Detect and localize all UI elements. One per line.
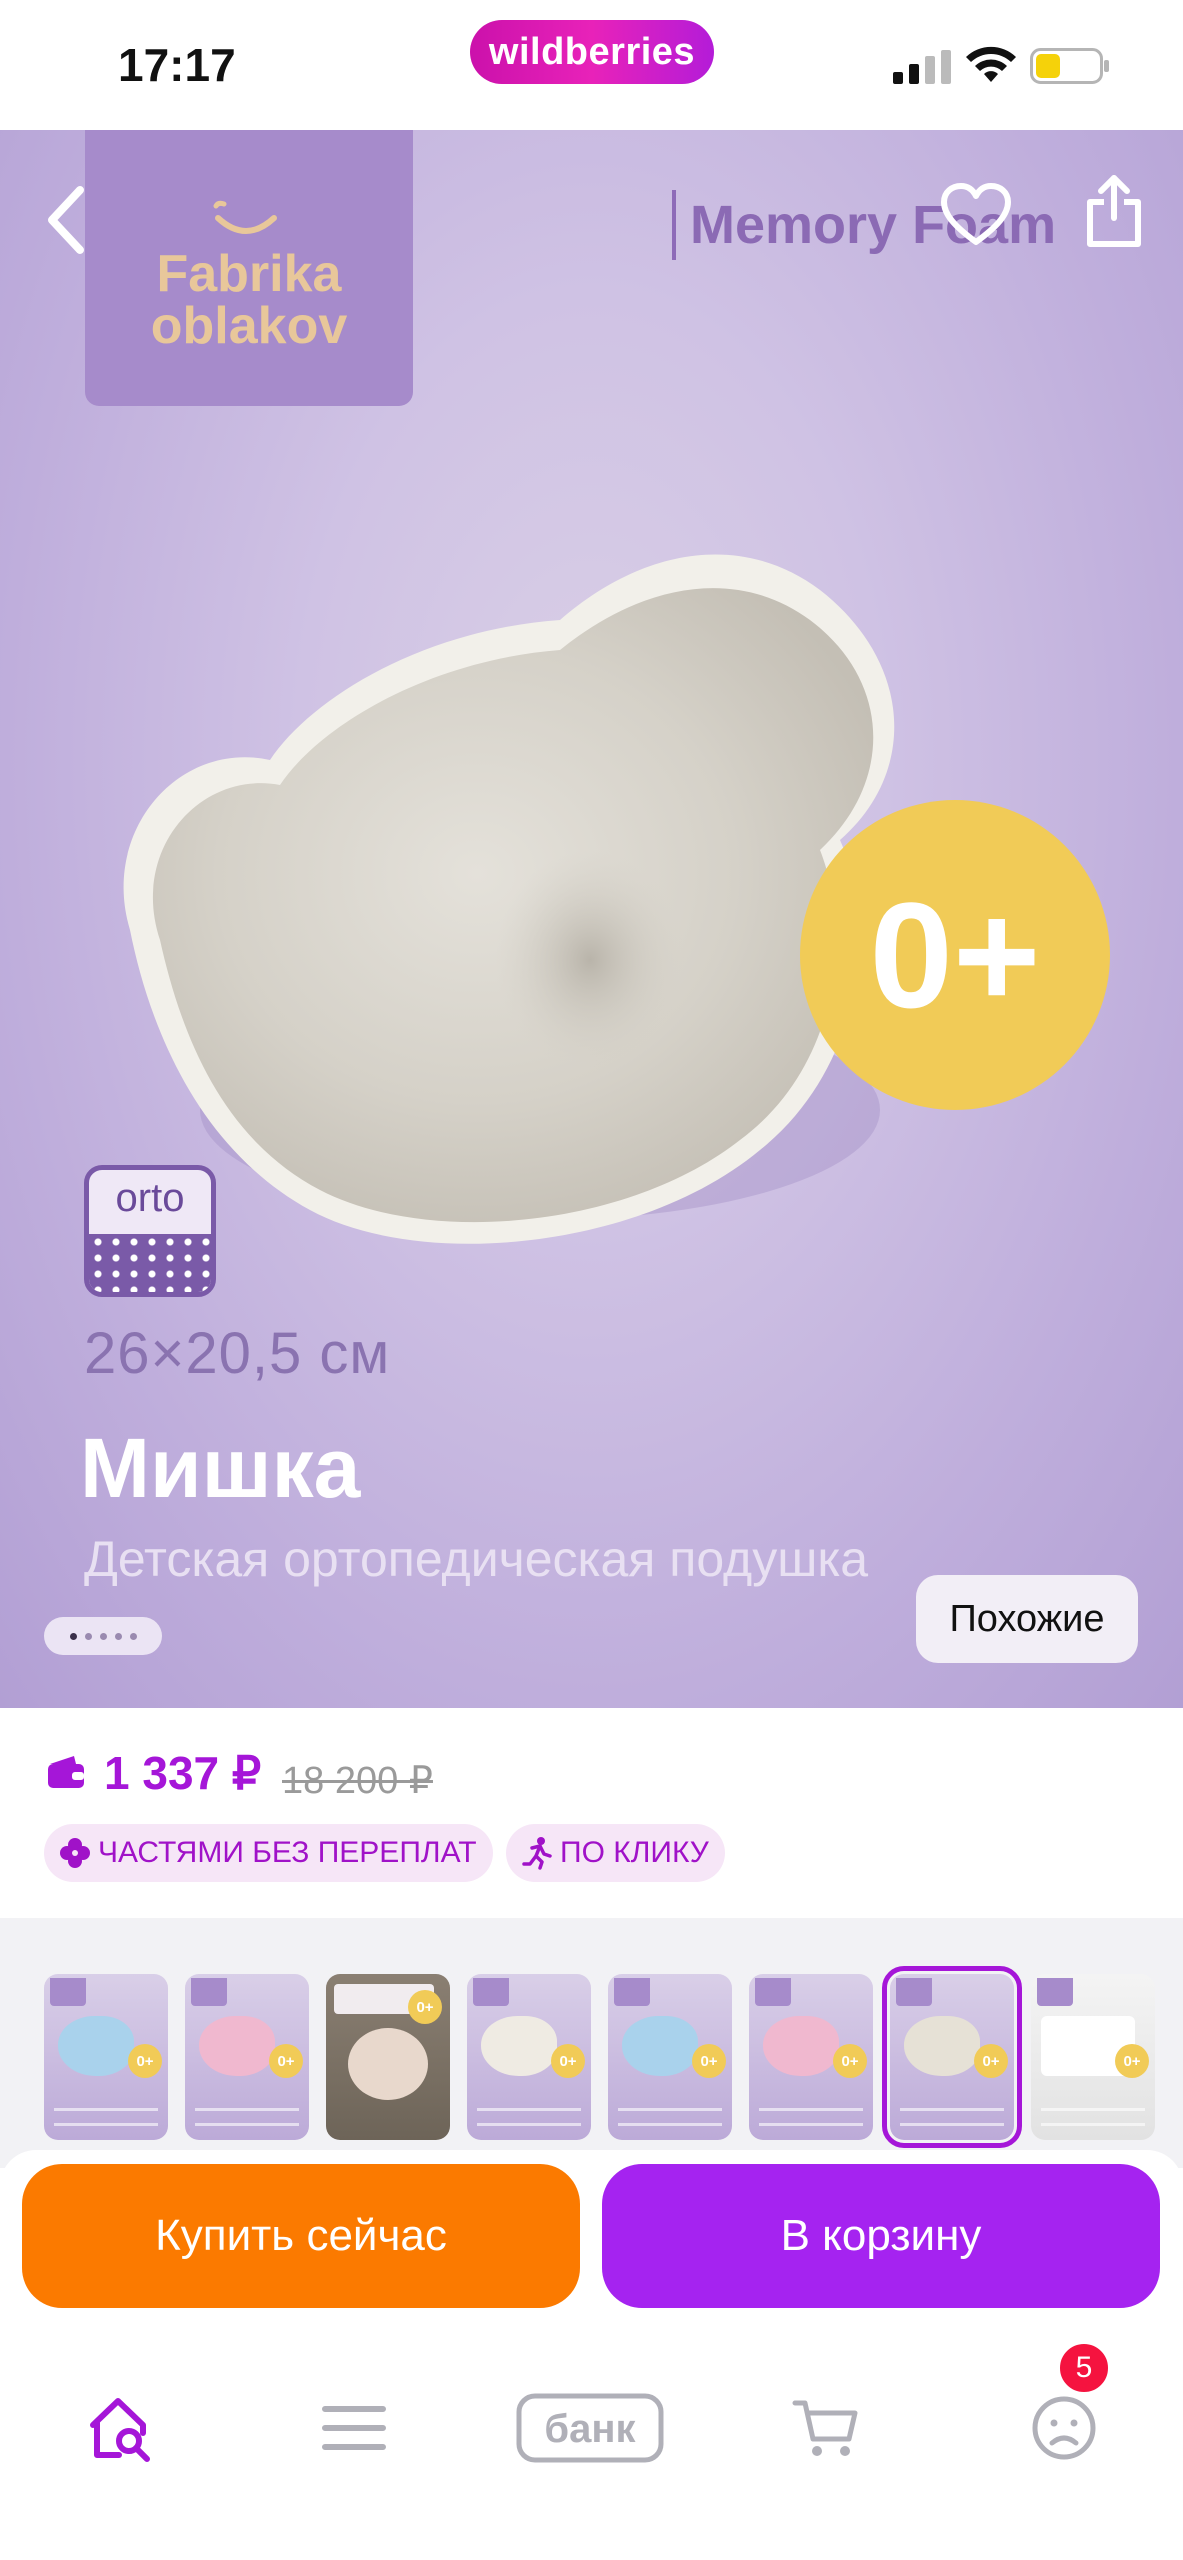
thumbnail-brand-tag <box>473 1978 509 2006</box>
heart-icon[interactable] <box>940 182 1012 248</box>
home-search-icon <box>90 2398 150 2462</box>
thumbnail-pillow <box>622 2016 698 2076</box>
cart-icon <box>792 2400 858 2456</box>
tab-home[interactable] <box>60 2368 180 2488</box>
tab-cart[interactable] <box>766 2368 886 2488</box>
buy-now-button[interactable]: Купить сейчас <box>22 2164 580 2308</box>
thumbnail-pillow <box>481 2016 557 2076</box>
thumbnail-age-badge: 0+ <box>408 1990 442 2024</box>
thumbnail-brand-tag <box>1037 1978 1073 2006</box>
variant-thumbnail[interactable]: 0+ <box>749 1974 873 2140</box>
thumbnail-age-badge: 0+ <box>128 2044 162 2078</box>
price-card: 1 337 ₽ 18 200 ₽ ЧАСТЯМИ БЕЗ ПЕРЕПЛАТ ПО… <box>0 1708 1183 1918</box>
thumbnail-age-badge: 0+ <box>974 2044 1008 2078</box>
thumbnail-caption <box>477 2108 581 2126</box>
gallery-page-indicator[interactable] <box>44 1617 162 1655</box>
bank-label: банк <box>544 2407 636 2451</box>
status-time: 17:17 <box>118 39 236 91</box>
thumbnail-pillow <box>58 2016 134 2076</box>
thumbnail-pillow <box>199 2016 275 2076</box>
gallery-dot <box>84 1632 92 1640</box>
thumbnail-caption <box>1041 2108 1145 2126</box>
status-bar: 17:17 wildberries <box>0 0 1183 130</box>
clover-icon <box>60 1838 90 1868</box>
thumbnail-pillow <box>763 2016 839 2076</box>
brand-logo-line1: Fabrika <box>156 245 342 303</box>
catalog-menu-icon <box>322 2406 386 2450</box>
thumbnail-age-badge: 0+ <box>551 2044 585 2078</box>
wallet-icon <box>48 1756 84 1788</box>
one-click-label: ПО КЛИКУ <box>560 1836 709 1869</box>
brand-logo: Fabrika oblakov <box>85 130 413 406</box>
thumbnail-age-badge: 0+ <box>1115 2044 1149 2078</box>
gallery-dot <box>114 1632 122 1640</box>
product-subtitle: Детская ортопедическая подушка <box>84 1531 869 1587</box>
profile-icon <box>1032 2396 1096 2460</box>
thumbnail-caption <box>900 2108 1004 2126</box>
gallery-dot <box>129 1632 137 1640</box>
variant-thumbnail[interactable]: 0+ <box>467 1974 591 2140</box>
orto-dots <box>89 1234 211 1292</box>
share-icon[interactable] <box>1084 172 1144 248</box>
similar-button[interactable]: Похожие <box>916 1575 1138 1663</box>
add-to-cart-button[interactable]: В корзину <box>602 2164 1160 2308</box>
brand-pill[interactable]: wildberries <box>470 20 714 84</box>
tab-catalog[interactable] <box>294 2368 414 2488</box>
cellular-signal-icon <box>893 50 951 84</box>
battery-low-icon <box>1030 48 1109 84</box>
orto-badge: orto <box>84 1165 216 1297</box>
thumbnail-age-badge: 0+ <box>692 2044 726 2078</box>
thumbnail-caption <box>54 2108 158 2126</box>
variant-thumbnail[interactable]: 0+ <box>326 1974 450 2140</box>
thumbnail-caption <box>759 2108 863 2126</box>
thumbnail-brand-tag <box>191 1978 227 2006</box>
wifi-icon <box>966 46 1016 82</box>
variant-thumbnail[interactable]: 0+ <box>185 1974 309 2140</box>
age-badge: 0+ <box>800 800 1110 1110</box>
brand-logo-text: Fabrika oblakov <box>85 248 413 352</box>
gallery-dot <box>69 1632 77 1640</box>
thumbnail-caption <box>618 2108 722 2126</box>
tab-bank[interactable]: банк <box>510 2368 670 2488</box>
gallery-dot <box>99 1632 107 1640</box>
variant-selector: 0+ 0+ 0+ 0+ 0+ 0+ 0+ 0+ <box>0 1918 1183 2168</box>
thumbnail-brand-tag <box>755 1978 791 2006</box>
tab-bar: банк 5 <box>0 2340 1183 2560</box>
thumbnail-pillow <box>904 2016 980 2076</box>
back-icon[interactable] <box>40 182 92 258</box>
product-size: 26×20,5 см <box>84 1321 391 1386</box>
variant-thumbnail[interactable]: 0+ <box>44 1974 168 2140</box>
orto-label: orto <box>115 1176 185 1220</box>
price-old: 18 200 ₽ <box>282 1760 433 1802</box>
thumbnail-photo <box>348 2028 428 2100</box>
variant-thumbnail[interactable]: 0+ <box>882 1966 1022 2148</box>
product-name: Мишка <box>80 1421 361 1515</box>
thumbnail-brand-tag <box>614 1978 650 2006</box>
thumbnail-brand-tag <box>896 1978 932 2006</box>
variant-thumbnail[interactable]: 0+ <box>1031 1974 1155 2140</box>
one-click-chip[interactable]: ПО КЛИКУ <box>506 1824 725 1882</box>
smile-icon <box>213 200 277 234</box>
brand-logo-line2: oblakov <box>150 297 348 355</box>
profile-notification-badge: 5 <box>1056 2340 1112 2396</box>
action-bar: Купить сейчас В корзину <box>0 2150 1183 2342</box>
bank-icon: банк <box>516 2393 664 2463</box>
thumbnail-age-badge: 0+ <box>269 2044 303 2078</box>
price-current: 1 337 ₽ <box>104 1747 262 1799</box>
thumbnail-age-badge: 0+ <box>833 2044 867 2078</box>
thumbnail-caption <box>195 2108 299 2126</box>
running-person-icon <box>522 1837 552 1870</box>
installments-label: ЧАСТЯМИ БЕЗ ПЕРЕПЛАТ <box>98 1836 477 1869</box>
installments-chip[interactable]: ЧАСТЯМИ БЕЗ ПЕРЕПЛАТ <box>44 1824 493 1882</box>
thumbnail-brand-tag <box>50 1978 86 2006</box>
product-gallery[interactable]: Fabrika oblakov Memory Foam 0+ orto 26×2… <box>0 130 1183 1708</box>
variant-thumbnail[interactable]: 0+ <box>608 1974 732 2140</box>
